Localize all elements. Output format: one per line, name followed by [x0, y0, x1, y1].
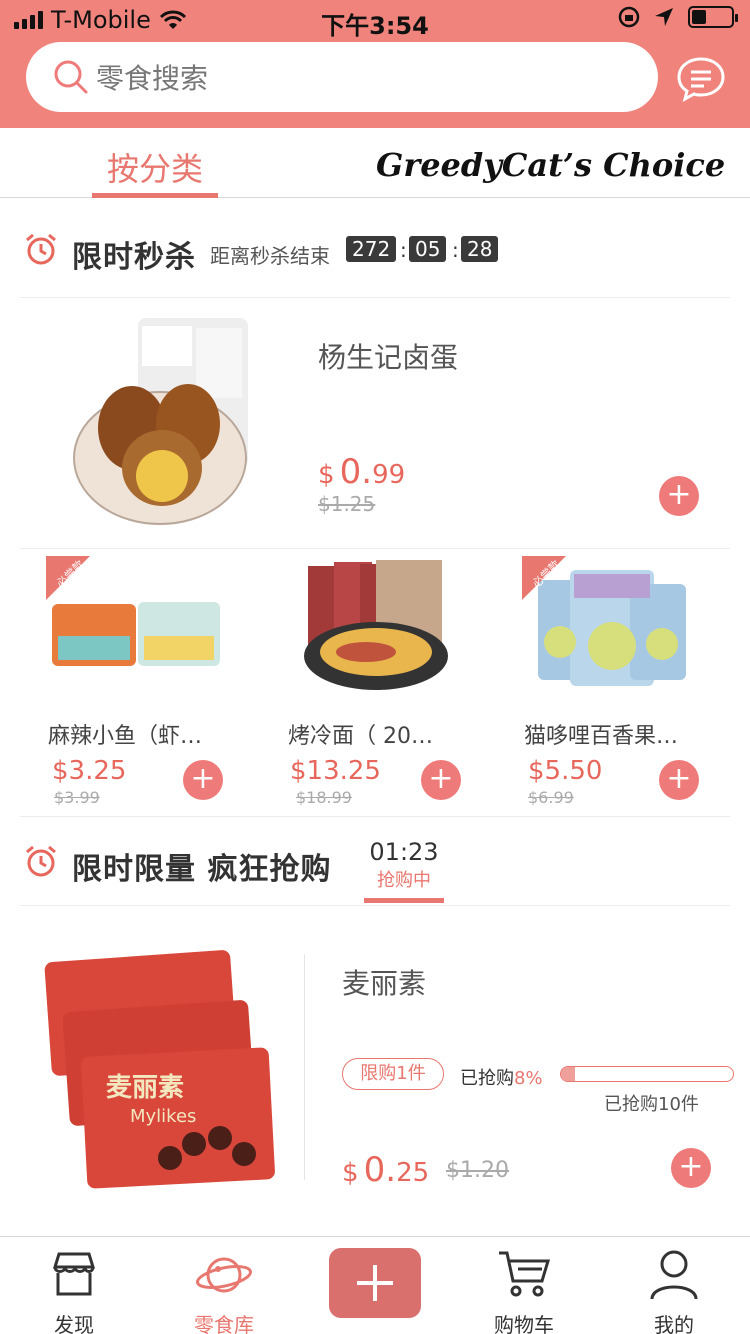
featured-product-name[interactable]: 杨生记卤蛋: [318, 336, 458, 376]
tab-underline: [92, 193, 218, 198]
sold-label: 已抢购: [460, 1068, 514, 1089]
product-image-spicy-fish[interactable]: 必尝款: [46, 556, 226, 696]
search-bar[interactable]: 零食搜索: [26, 42, 658, 112]
product-old-price: $6.99: [528, 788, 574, 807]
battery-icon: [688, 6, 738, 28]
product-old-price: $18.99: [296, 788, 352, 807]
nav-label: 我的: [654, 1313, 694, 1334]
add-to-cart-button[interactable]: +: [183, 760, 223, 800]
location-icon: [655, 8, 673, 26]
status-bar: T-Mobile 下午3:54: [0, 0, 750, 40]
sold-progress-bar: [560, 1066, 734, 1082]
package-text: Mylikes: [130, 1106, 196, 1127]
nav-label: 购物车: [494, 1313, 554, 1334]
package-text: 麦丽素: [106, 1073, 184, 1103]
message-icon[interactable]: [676, 56, 726, 102]
price-decimal: 25: [396, 1158, 430, 1188]
time-slot-underline: [364, 898, 444, 903]
add-to-cart-button[interactable]: +: [421, 760, 461, 800]
product-price: $13.25: [290, 756, 381, 786]
product-image-passion-fruit[interactable]: 必尝款: [522, 556, 702, 696]
limited-old-price: $1.20: [446, 1158, 509, 1183]
store-icon: [52, 1252, 96, 1296]
center-add-button[interactable]: [329, 1248, 421, 1318]
alarm-clock-icon: [26, 845, 56, 877]
sold-percent-label: 已抢购8%: [460, 1064, 543, 1090]
product-image-braised-egg[interactable]: [72, 318, 252, 530]
price-integer: 0.: [339, 452, 373, 492]
product-image-maltesers[interactable]: 麦丽素 Mylikes: [44, 948, 276, 1190]
category-tabs: 按分类 GreedyCat’s Choice: [0, 128, 750, 198]
header-bar: T-Mobile 下午3:54 零食搜索: [0, 0, 750, 128]
product-name[interactable]: 麻辣小鱼（虾…: [48, 718, 228, 750]
tab-greedycat-choice[interactable]: GreedyCat’s Choice: [376, 146, 725, 184]
nav-label: 零食库: [194, 1313, 254, 1334]
tab-label: 按分类: [106, 150, 203, 188]
plus-icon: [357, 1265, 393, 1301]
product-name[interactable]: 猫哆哩百香果…: [524, 718, 704, 750]
currency-symbol: $: [342, 1158, 359, 1188]
limited-product-name[interactable]: 麦丽素: [342, 962, 426, 1002]
sold-count: 已抢购10件: [604, 1094, 699, 1115]
flash-sale-title: 限时秒杀: [72, 240, 196, 275]
progress-fill: [561, 1067, 575, 1081]
nav-cart[interactable]: 购物车: [474, 1237, 574, 1334]
nav-label: 发现: [54, 1313, 94, 1334]
price-integer: 0.: [363, 1150, 397, 1190]
add-to-cart-button[interactable]: +: [659, 476, 699, 516]
product-old-price: $3.99: [54, 788, 100, 807]
product-price: $3.25: [52, 756, 127, 786]
countdown-hours: 272: [346, 236, 397, 262]
nav-snack-library[interactable]: 零食库: [174, 1237, 274, 1334]
divider: [20, 548, 730, 549]
sold-percent: 8%: [514, 1068, 543, 1089]
nav-profile[interactable]: 我的: [624, 1237, 724, 1334]
product-name[interactable]: 烤冷面（ 20…: [288, 718, 468, 750]
flash-sale-header: 限时秒杀 距离秒杀结束 272 : 05 : 28: [20, 202, 730, 298]
time-slot-tab[interactable]: 01:23 抢购中: [364, 838, 444, 903]
purchase-limit-badge: 限购1件: [342, 1058, 444, 1090]
countdown-colon: :: [452, 238, 459, 262]
vertical-divider: [304, 954, 305, 1180]
featured-price: $ 0.99: [318, 452, 405, 492]
countdown-label: 距离秒杀结束: [210, 244, 330, 268]
product-price: $5.50: [528, 756, 603, 786]
countdown-minutes: 05: [409, 236, 447, 262]
search-placeholder: 零食搜索: [96, 62, 209, 95]
featured-old-price: $1.25: [318, 492, 376, 516]
countdown-colon: :: [400, 238, 407, 262]
limited-sale-title: 限时限量 疯狂抢购: [72, 852, 332, 887]
add-to-cart-button[interactable]: +: [671, 1148, 711, 1188]
cart-icon: [499, 1251, 551, 1297]
time-slot-status: 抢购中: [377, 870, 431, 891]
nav-discover[interactable]: 发现: [24, 1237, 124, 1334]
countdown-seconds: 28: [461, 236, 499, 262]
rotation-lock-icon: [618, 6, 640, 28]
limited-price: $ 0.25: [342, 1150, 429, 1190]
currency-symbol: $: [318, 460, 335, 490]
price-decimal: 99: [372, 460, 406, 490]
product-image-grilled-cold-noodle[interactable]: [286, 556, 466, 696]
search-icon: [54, 60, 88, 94]
tab-by-category[interactable]: 按分类: [92, 144, 218, 198]
alarm-clock-icon: [26, 233, 56, 265]
planet-icon: [196, 1257, 252, 1293]
time-slot-time: 01:23: [369, 838, 439, 866]
add-to-cart-button[interactable]: +: [659, 760, 699, 800]
person-icon: [650, 1250, 698, 1300]
